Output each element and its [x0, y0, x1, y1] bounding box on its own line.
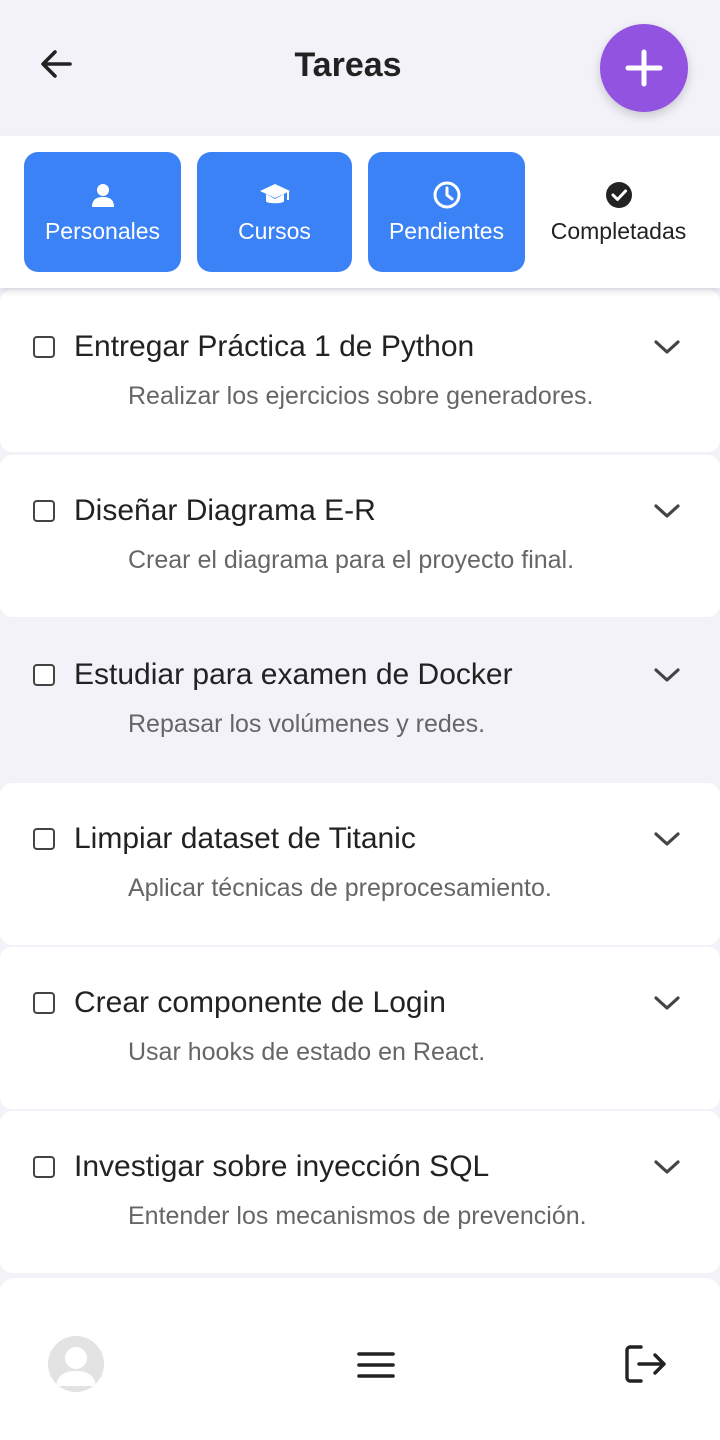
- avatar-icon[interactable]: [48, 1336, 104, 1392]
- task-checkbox[interactable]: [33, 992, 55, 1014]
- chevron-down-icon[interactable]: [652, 824, 682, 854]
- task-description: Usar hooks de estado en React.: [128, 1038, 486, 1066]
- tab-label: Cursos: [238, 217, 311, 244]
- add-task-button[interactable]: [600, 24, 688, 112]
- tab-personales[interactable]: Personales: [24, 152, 181, 272]
- logout-button[interactable]: [620, 1338, 672, 1390]
- task-checkbox[interactable]: [33, 1156, 55, 1178]
- user-icon: [90, 180, 116, 210]
- task-checkbox[interactable]: [33, 664, 55, 686]
- chevron-down-icon[interactable]: [652, 1152, 682, 1182]
- tab-label: Personales: [44, 217, 161, 244]
- chevron-down-icon[interactable]: [652, 988, 682, 1018]
- task-title: Limpiar dataset de Titanic: [74, 822, 416, 855]
- tab-label: Completadas: [550, 217, 687, 244]
- task-item[interactable]: Limpiar dataset de Titanic Aplicar técni…: [0, 783, 720, 945]
- task-checkbox[interactable]: [33, 828, 55, 850]
- task-checkbox[interactable]: [33, 500, 55, 522]
- task-description: Realizar los ejercicios sobre generadore…: [128, 382, 594, 410]
- logout-icon: [625, 1345, 666, 1383]
- task-description: Crear el diagrama para el proyecto final…: [128, 546, 575, 574]
- clock-icon: [432, 180, 462, 210]
- task-description: Repasar los volúmenes y redes.: [128, 710, 486, 738]
- menu-button[interactable]: [350, 1342, 402, 1388]
- filter-tabs: Personales Cursos Pendientes Completadas: [0, 136, 720, 288]
- task-title: Diseñar Diagrama E-R: [74, 494, 376, 527]
- plus-icon: [625, 49, 663, 87]
- task-title: Entregar Práctica 1 de Python: [74, 330, 475, 363]
- task-description: Aplicar técnicas de preprocesamiento.: [128, 874, 552, 902]
- tab-pendientes[interactable]: Pendientes: [368, 152, 525, 272]
- chevron-down-icon[interactable]: [652, 660, 682, 690]
- task-item[interactable]: Investigar sobre inyección SQL Entender …: [0, 1111, 720, 1273]
- graduation-cap-icon: [259, 180, 291, 210]
- page-title: Tareas: [294, 46, 402, 84]
- task-description: Entender los mecanismos de prevención.: [128, 1202, 587, 1230]
- task-title: Investigar sobre inyección SQL: [74, 1150, 490, 1183]
- task-checkbox[interactable]: [33, 336, 55, 358]
- task-item[interactable]: Diseñar Diagrama E-R Crear el diagrama p…: [0, 455, 720, 617]
- tab-completadas[interactable]: Completadas: [541, 152, 696, 272]
- app-root: Tareas Personales Cursos Pendientes Comp…: [0, 0, 720, 1440]
- chevron-down-icon[interactable]: [652, 496, 682, 526]
- tab-cursos[interactable]: Cursos: [197, 152, 352, 272]
- task-item[interactable]: Estudiar para examen de Docker Repasar l…: [0, 619, 720, 781]
- task-title: Estudiar para examen de Docker: [74, 658, 513, 691]
- chevron-down-icon[interactable]: [652, 332, 682, 362]
- task-title: Crear componente de Login: [74, 986, 446, 1019]
- header: Tareas: [0, 0, 720, 136]
- task-item[interactable]: Crear componente de Login Usar hooks de …: [0, 947, 720, 1109]
- check-circle-icon: [605, 180, 633, 210]
- hamburger-menu-icon: [357, 1352, 395, 1378]
- task-item[interactable]: Entregar Práctica 1 de Python Realizar l…: [0, 290, 720, 452]
- bottom-bar: [0, 1278, 720, 1440]
- tab-label: Pendientes: [388, 217, 505, 244]
